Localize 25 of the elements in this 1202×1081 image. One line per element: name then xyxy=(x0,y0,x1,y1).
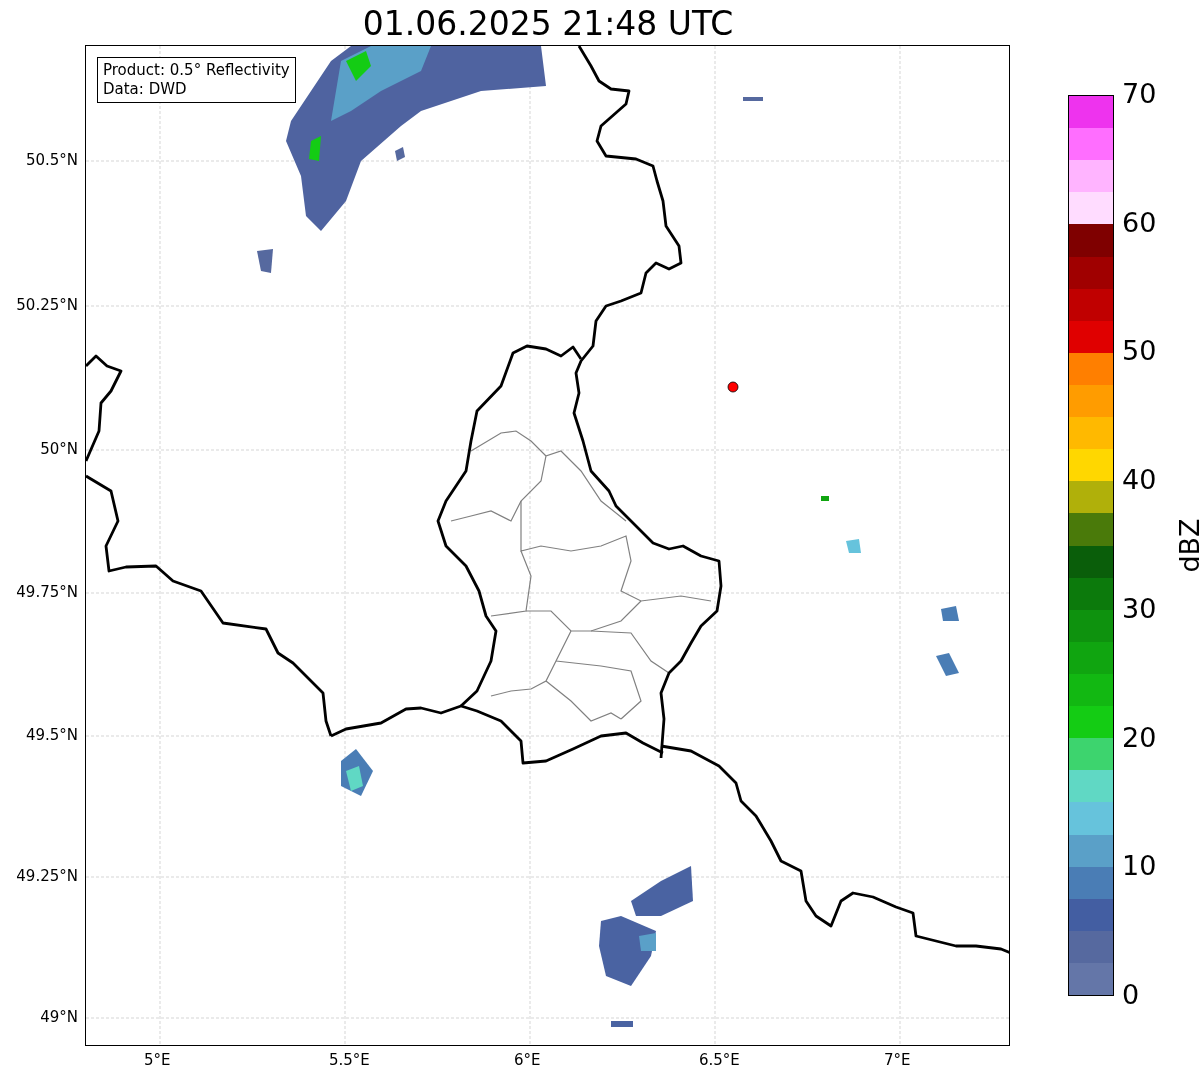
latitude-label: 49.75°N xyxy=(16,583,78,601)
colorbar-tick-label: 70 xyxy=(1122,78,1157,109)
latitude-label: 49.25°N xyxy=(16,867,78,885)
latitude-label: 50.5°N xyxy=(25,151,78,169)
longitude-label: 6°E xyxy=(514,1051,541,1069)
colorbar-tick-label: 0 xyxy=(1122,979,1140,1010)
colorbar-tick-label: 50 xyxy=(1122,335,1157,367)
latitude-label: 49°N xyxy=(40,1008,78,1026)
info-text: Data: DWD xyxy=(103,80,188,99)
longitude-label: 5°E xyxy=(144,1051,171,1069)
longitude-label: 7°E xyxy=(884,1051,911,1069)
longitude-label: 6.5°E xyxy=(699,1051,740,1069)
longitude-label: 5.5°E xyxy=(329,1051,370,1069)
colorbar-tick-label: 20 xyxy=(1122,721,1157,753)
colorbar-tick-label: 30 xyxy=(1122,592,1157,624)
colorbar-unit-label: dBZ xyxy=(1173,518,1202,573)
chart-title: 01.06.2025 21:48 UTC xyxy=(361,4,735,43)
colorbar-tick-label: 60 xyxy=(1122,206,1157,238)
info-text: Product: 0.5° Reflectivity xyxy=(103,61,290,80)
colorbar-tick-label: 40 xyxy=(1122,464,1157,496)
colorbar-tick-label: 10 xyxy=(1122,850,1157,882)
latitude-label: 50.25°N xyxy=(16,296,78,314)
radar-site-marker xyxy=(727,381,739,393)
latitude-label: 49.5°N xyxy=(25,726,78,744)
latitude-label: 50°N xyxy=(40,440,78,458)
